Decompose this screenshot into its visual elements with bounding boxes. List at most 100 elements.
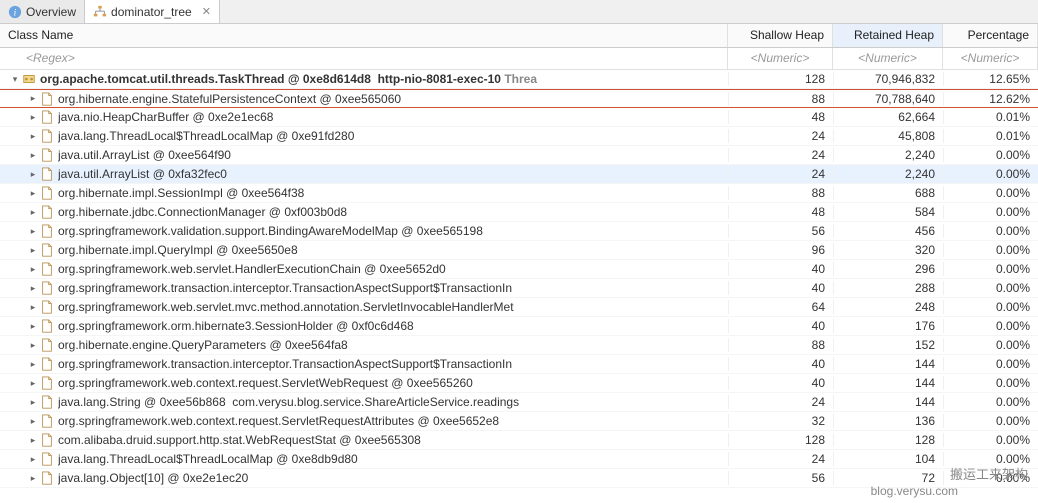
expander-icon[interactable]: ▸ <box>26 264 40 275</box>
shallow-value: 40 <box>728 281 833 295</box>
table-row[interactable]: ▸java.lang.Object[10] @ 0xe2e1ec2056720.… <box>0 469 1038 488</box>
table-row[interactable]: ▸org.hibernate.impl.QueryImpl @ 0xee5650… <box>0 241 1038 260</box>
class-name-text: org.springframework.validation.support.B… <box>58 224 483 238</box>
table-row[interactable]: ▸ org.springframework.web.servlet.Handler… <box>0 260 1038 279</box>
column-header-retained[interactable]: Retained Heap <box>833 24 943 47</box>
filter-name[interactable]: <Regex> <box>26 51 75 65</box>
expander-icon[interactable]: ▸ <box>26 416 40 427</box>
expander-icon[interactable]: ▸ <box>26 93 40 104</box>
shallow-value: 88 <box>728 338 833 352</box>
shallow-value: 40 <box>728 319 833 333</box>
table-row[interactable]: ▸ org.hibernate.jdbc.ConnectionManager @ … <box>0 203 1038 222</box>
class-name-text: org.apache.tomcat.util.threads.TaskThrea… <box>40 72 537 86</box>
expander-icon[interactable]: ▸ <box>26 283 40 294</box>
retained-value: 2,240 <box>833 167 943 181</box>
expander-icon[interactable]: ▸ <box>26 188 40 199</box>
file-icon <box>40 395 54 409</box>
table-row[interactable]: ▸ org.springframework.transaction.interce… <box>0 355 1038 374</box>
class-name-text: org.hibernate.jdbc.ConnectionManager @ 0… <box>58 205 347 219</box>
table-row[interactable]: ▸java.util.ArrayList @ 0xee564f90242,240… <box>0 146 1038 165</box>
column-header-percent[interactable]: Percentage <box>943 24 1038 47</box>
retained-value: 2,240 <box>833 148 943 162</box>
table-row[interactable]: ▸ org.springframework.web.servlet.mvc.met… <box>0 298 1038 317</box>
percent-value: 0.00% <box>943 319 1038 333</box>
shallow-value: 24 <box>728 395 833 409</box>
file-icon <box>40 433 54 447</box>
percent-value: 0.00% <box>943 262 1038 276</box>
percent-value: 0.00% <box>943 357 1038 371</box>
retained-value: 128 <box>833 433 943 447</box>
table-row[interactable]: ▸java.lang.String @ 0xee56b868 com.verys… <box>0 393 1038 412</box>
percent-value: 12.62% <box>943 92 1038 106</box>
expander-icon[interactable]: ▾ <box>8 74 22 85</box>
percent-value: 0.00% <box>943 148 1038 162</box>
filter-shallow[interactable]: <Numeric> <box>728 48 833 69</box>
expander-icon[interactable]: ▸ <box>26 378 40 389</box>
close-icon[interactable]: ✕ <box>202 5 211 18</box>
svg-text:i: i <box>14 7 17 18</box>
percent-value: 0.01% <box>943 129 1038 143</box>
file-icon <box>40 281 54 295</box>
class-name-text: org.hibernate.engine.StatefulPersistence… <box>58 92 401 106</box>
table-row[interactable]: ▸ org.springframework.validation.support.… <box>0 222 1038 241</box>
class-name-text: org.springframework.web.context.request.… <box>58 414 499 428</box>
expander-icon[interactable]: ▸ <box>26 131 40 142</box>
table-row[interactable]: ▸ java.lang.ThreadLocal$ThreadLocalMap @ … <box>0 127 1038 146</box>
table-row[interactable]: ▸ org.hibernate.impl.SessionImpl @ 0xee56… <box>0 184 1038 203</box>
table-row[interactable]: ▸java.nio.HeapCharBuffer @ 0xe2e1ec68486… <box>0 108 1038 127</box>
expander-icon[interactable]: ▸ <box>26 112 40 123</box>
retained-value: 320 <box>833 243 943 257</box>
expander-icon[interactable]: ▸ <box>26 454 40 465</box>
tab-label: dominator_tree <box>111 5 192 19</box>
column-header-shallow[interactable]: Shallow Heap <box>728 24 833 47</box>
table-row[interactable]: ▸com.alibaba.druid.support.http.stat.Web… <box>0 431 1038 450</box>
table-row[interactable]: ▸org.springframework.transaction.interce… <box>0 279 1038 298</box>
tab-label: Overview <box>26 5 76 19</box>
table-row[interactable]: ▾ org.apache.tomcat.util.threads.TaskThre… <box>0 70 1038 89</box>
expander-icon[interactable]: ▸ <box>26 397 40 408</box>
file-icon <box>40 186 54 200</box>
tab-overview[interactable]: i Overview <box>0 0 85 23</box>
expander-icon[interactable]: ▸ <box>26 302 40 313</box>
file-icon <box>40 300 54 314</box>
file-icon <box>40 167 54 181</box>
retained-value: 288 <box>833 281 943 295</box>
class-name-text: java.lang.ThreadLocal$ThreadLocalMap @ 0… <box>58 129 354 143</box>
shallow-value: 24 <box>728 129 833 143</box>
expander-icon[interactable]: ▸ <box>26 340 40 351</box>
class-name-text: org.springframework.transaction.intercep… <box>58 357 512 371</box>
table-row[interactable]: ▸ org.springframework.web.context.request… <box>0 412 1038 431</box>
table-row[interactable]: ▸ org.hibernate.engine.StatefulPersistenc… <box>0 89 1038 108</box>
percent-value: 0.00% <box>943 414 1038 428</box>
expander-icon[interactable]: ▸ <box>26 359 40 370</box>
table-row[interactable]: ▸java.lang.ThreadLocal$ThreadLocalMap @ … <box>0 450 1038 469</box>
class-name-text: java.util.ArrayList @ 0xfa32fec0 <box>58 167 227 181</box>
expander-icon[interactable]: ▸ <box>26 245 40 256</box>
file-icon <box>40 338 54 352</box>
table-row[interactable]: ▸java.util.ArrayList @ 0xfa32fec0242,240… <box>0 165 1038 184</box>
retained-value: 70,946,832 <box>833 72 943 86</box>
table-row[interactable]: ▸org.springframework.orm.hibernate3.Sess… <box>0 317 1038 336</box>
percent-value: 0.00% <box>943 224 1038 238</box>
retained-value: 456 <box>833 224 943 238</box>
expander-icon[interactable]: ▸ <box>26 207 40 218</box>
shallow-value: 48 <box>728 110 833 124</box>
expander-icon[interactable]: ▸ <box>26 473 40 484</box>
class-name-text: org.springframework.web.servlet.mvc.meth… <box>58 300 514 314</box>
tab-dominator-tree[interactable]: dominator_tree ✕ <box>85 0 220 23</box>
file-icon <box>40 205 54 219</box>
class-name-text: org.springframework.web.servlet.HandlerE… <box>58 262 446 276</box>
class-name-text: org.hibernate.impl.SessionImpl @ 0xee564… <box>58 186 304 200</box>
expander-icon[interactable]: ▸ <box>26 169 40 180</box>
filter-percent[interactable]: <Numeric> <box>943 48 1038 69</box>
expander-icon[interactable]: ▸ <box>26 150 40 161</box>
table-row[interactable]: ▸org.hibernate.engine.QueryParameters @ … <box>0 336 1038 355</box>
expander-icon[interactable]: ▸ <box>26 226 40 237</box>
table-row[interactable]: ▸org.springframework.web.context.request… <box>0 374 1038 393</box>
file-icon <box>40 376 54 390</box>
column-header-classname[interactable]: Class Name <box>0 24 728 47</box>
expander-icon[interactable]: ▸ <box>26 435 40 446</box>
expander-icon[interactable]: ▸ <box>26 321 40 332</box>
shallow-value: 56 <box>728 471 833 485</box>
filter-retained[interactable]: <Numeric> <box>833 48 943 69</box>
